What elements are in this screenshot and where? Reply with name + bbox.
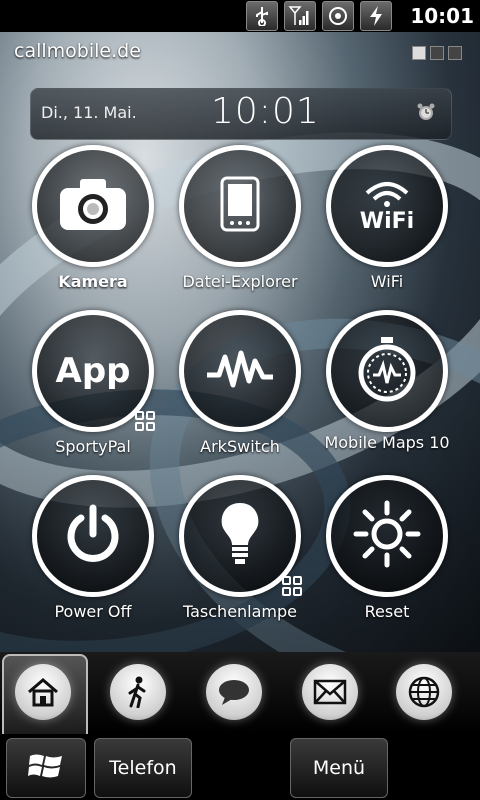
pulse-icon (205, 347, 275, 395)
home-icon[interactable] (15, 664, 71, 720)
softkey-bar: Telefon Menü (0, 734, 480, 800)
tile-mobile-maps[interactable]: Mobile Maps 10 (312, 310, 462, 451)
wifi-icon-text: WiFi (359, 208, 415, 234)
windows-logo-icon (28, 750, 64, 787)
tile-reset[interactable]: Reset (312, 475, 462, 620)
charging-icon (360, 1, 392, 31)
stopwatch-icon (355, 335, 419, 407)
alarm-icon[interactable] (415, 101, 437, 128)
tile-taschenlampe[interactable]: Taschenlampe (165, 475, 315, 620)
app-icon: App (55, 351, 131, 391)
clock-time: 10:01 (211, 91, 320, 132)
tile-label: Power Off (54, 602, 132, 621)
operator-name: callmobile.de (14, 40, 141, 62)
clock-widget[interactable]: Di., 11. Mai. 10:01 (30, 88, 452, 140)
tile-label: Kamera (58, 272, 128, 291)
usb-icon (246, 1, 278, 31)
tile-kamera[interactable]: Kamera (18, 145, 168, 290)
signal-icon (284, 1, 316, 31)
app-grid-icon (135, 411, 155, 431)
app-grid-icon (282, 576, 302, 596)
sun-icon (352, 499, 422, 573)
tile-wifi[interactable]: WiFi WiFi (312, 145, 462, 290)
file-explorer-icon (220, 176, 260, 236)
power-icon (63, 504, 123, 568)
tile-label: Mobile Maps 10 (324, 433, 450, 452)
walking-person-icon[interactable] (110, 664, 166, 720)
tile-datei-explorer[interactable]: Datei-Explorer (165, 145, 315, 290)
dock-bar (0, 652, 480, 738)
start-button[interactable] (6, 738, 86, 798)
globe-icon[interactable] (396, 664, 452, 720)
telefon-softkey[interactable]: Telefon (94, 738, 192, 798)
status-bar: 10:01 (0, 0, 480, 32)
tile-label: Datei-Explorer (182, 272, 298, 291)
menu-softkey[interactable]: Menü (290, 738, 388, 798)
tile-arkswitch[interactable]: ArkSwitch (165, 310, 315, 455)
tile-power-off[interactable]: Power Off (18, 475, 168, 620)
tile-sportypal[interactable]: App SportyPal (18, 310, 168, 455)
clock-date: Di., 11. Mai. (41, 103, 137, 122)
tile-label: SportyPal (55, 437, 131, 456)
mail-icon[interactable] (302, 664, 358, 720)
tile-label: ArkSwitch (200, 437, 280, 456)
tile-label: Reset (364, 602, 410, 621)
sync-icon (322, 1, 354, 31)
tile-label: WiFi (370, 272, 404, 291)
tile-label: Taschenlampe (182, 602, 298, 621)
camera-icon (58, 176, 128, 236)
page-indicator[interactable] (412, 46, 462, 60)
speech-bubble-icon[interactable] (206, 664, 262, 720)
status-time: 10:01 (410, 4, 474, 28)
wifi-icon: WiFi (360, 179, 414, 234)
lightbulb-icon (218, 501, 262, 571)
